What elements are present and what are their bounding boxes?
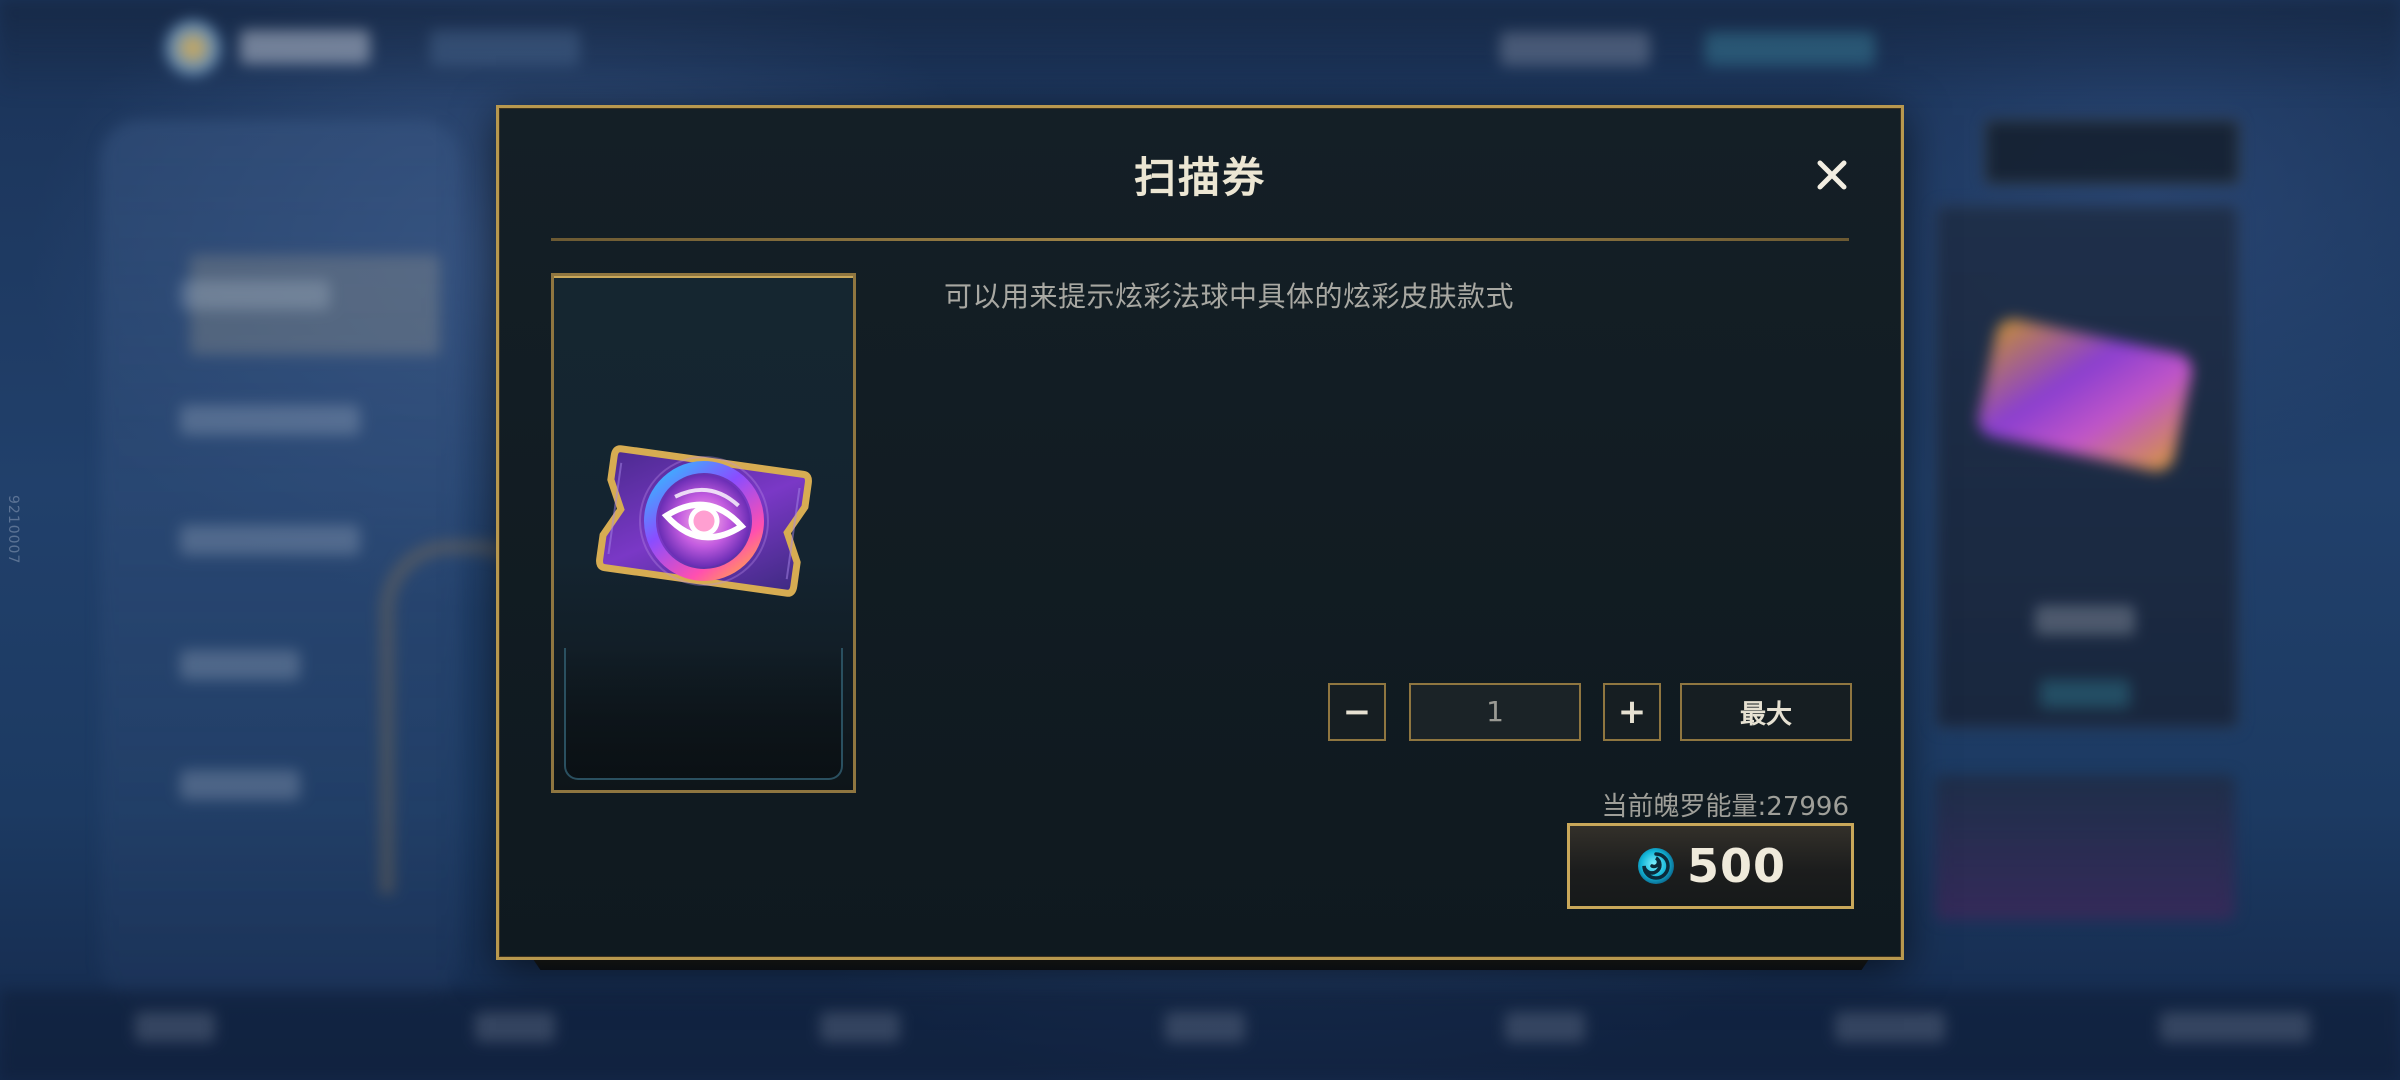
minus-icon: −	[1342, 692, 1372, 732]
purchase-dialog: 扫描券 可以用来提示炫彩法球中具体的炫彩皮肤款式 − 1 + 最大 当前魄罗能量…	[496, 105, 1904, 960]
title-divider	[551, 238, 1849, 241]
purchase-button[interactable]: 500	[1567, 823, 1854, 909]
increase-quantity-button[interactable]: +	[1603, 683, 1661, 741]
close-button[interactable]	[1805, 148, 1859, 202]
card-top-accent	[554, 276, 853, 278]
quantity-input[interactable]: 1	[1409, 683, 1581, 741]
scan-ticket-eye-icon	[596, 445, 812, 597]
purchase-price: 500	[1686, 839, 1787, 893]
dialog-title: 扫描券	[1133, 153, 1266, 202]
current-energy-label: 当前魄罗能量:27996	[1601, 792, 1849, 822]
card-bottom-frame	[564, 648, 843, 780]
poro-energy-orb-icon	[1637, 848, 1674, 884]
item-description: 可以用来提示炫彩法球中具体的炫彩皮肤款式	[944, 280, 1515, 313]
decrease-quantity-button[interactable]: −	[1328, 683, 1386, 741]
max-quantity-button[interactable]: 最大	[1680, 683, 1852, 741]
close-icon	[1817, 160, 1847, 190]
background-version-text: 9210007	[5, 495, 21, 565]
item-preview-card	[551, 273, 856, 793]
plus-icon: +	[1617, 692, 1647, 732]
